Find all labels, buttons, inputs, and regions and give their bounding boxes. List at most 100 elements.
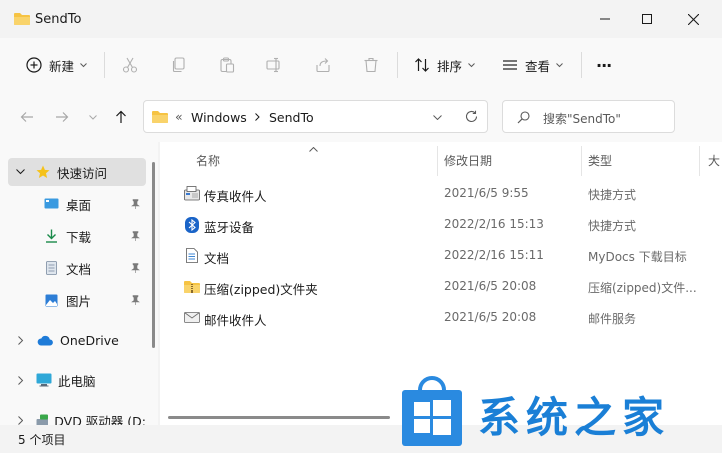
file-name: 传真收件人 — [204, 189, 267, 204]
window-title: SendTo — [35, 12, 82, 27]
chevron-down-icon[interactable] — [16, 169, 25, 175]
minimize-button[interactable] — [582, 0, 628, 38]
trash-icon — [364, 57, 378, 73]
nav-item-dvd-drive[interactable]: DVD 驱动器 (D: — [8, 406, 146, 425]
breadcrumb-overflow[interactable]: « — [175, 109, 183, 124]
share-icon — [316, 58, 330, 73]
address-bar[interactable]: « Windows SendTo — [143, 100, 488, 133]
fax-icon — [184, 186, 200, 201]
folder-icon — [14, 12, 30, 28]
column-divider[interactable] — [699, 146, 700, 176]
more-icon: ··· — [596, 55, 612, 75]
chevron-right-icon[interactable] — [18, 335, 24, 345]
copy-button[interactable] — [171, 38, 187, 92]
pin-icon[interactable] — [131, 263, 140, 273]
plus-circle-icon — [26, 57, 42, 73]
pin-icon[interactable] — [131, 295, 140, 305]
file-date: 2021/6/5 9:55 — [444, 186, 529, 200]
chevron-right-icon[interactable] — [18, 415, 23, 425]
pictures-icon — [45, 294, 58, 306]
file-row-documents[interactable]: 文档 2022/2/16 15:11 MyDocs 下载目标 — [160, 240, 722, 271]
star-icon — [36, 165, 50, 178]
nav-label: 此电脑 — [58, 373, 96, 389]
nav-item-documents[interactable]: 文档 — [8, 254, 146, 282]
paste-button[interactable] — [219, 38, 235, 92]
view-button[interactable]: 查看 — [502, 38, 563, 92]
watermark-text: 系统之家 — [478, 393, 671, 442]
chevron-down-icon[interactable] — [433, 115, 442, 120]
file-row-zip-folder[interactable]: 压缩(zipped)文件夹 2021/6/5 20:08 压缩(zipped)文… — [160, 271, 722, 302]
sort-ascending-icon — [309, 147, 318, 152]
file-name: 蓝牙设备 — [204, 220, 255, 235]
document-icon — [186, 248, 198, 263]
up-button[interactable] — [112, 108, 130, 126]
nav-item-downloads[interactable]: 下载 — [8, 222, 146, 250]
nav-item-pictures[interactable]: 图片 — [8, 286, 146, 314]
chevron-right-icon — [255, 113, 260, 121]
close-button[interactable] — [670, 0, 716, 38]
file-row-bluetooth[interactable]: 蓝牙设备 2022/2/16 15:13 快捷方式 — [160, 209, 722, 240]
back-button[interactable] — [18, 108, 36, 126]
item-count: 5 个项目 — [18, 433, 66, 447]
file-type: 压缩(zipped)文件... — [588, 281, 697, 295]
chevron-down-icon — [556, 62, 563, 67]
cut-button[interactable] — [122, 38, 138, 92]
nav-scrollbar[interactable] — [152, 162, 155, 348]
dvd-drive-icon — [36, 414, 49, 425]
file-date: 2021/6/5 20:08 — [444, 310, 537, 324]
navigation-pane: 快速访问 桌面 下载 文档 图片 OneDrive 此电脑 DVD 驱动器 (D… — [0, 142, 158, 425]
rename-button[interactable] — [266, 38, 282, 92]
file-row-mail[interactable]: 邮件收件人 2021/6/5 20:08 邮件服务 — [160, 302, 722, 333]
forward-button[interactable] — [53, 108, 71, 126]
title-bar: SendTo — [0, 0, 722, 38]
nav-label: 文档 — [66, 261, 92, 277]
recent-locations-button[interactable] — [84, 108, 102, 126]
column-header-size[interactable]: 大 — [708, 152, 720, 169]
column-header-date[interactable]: 修改日期 — [444, 152, 492, 169]
nav-label: OneDrive — [60, 332, 119, 348]
maximize-button[interactable] — [624, 0, 670, 38]
breadcrumb-windows[interactable]: Windows — [191, 110, 247, 125]
desktop-icon — [44, 198, 59, 209]
column-divider[interactable] — [437, 146, 438, 176]
toolbar-divider — [104, 52, 105, 78]
nav-label: 桌面 — [66, 197, 92, 213]
chevron-down-icon — [89, 114, 97, 120]
breadcrumb-sendto[interactable]: SendTo — [269, 110, 314, 125]
toolbar-divider — [397, 52, 398, 78]
download-icon — [46, 229, 57, 243]
nav-quick-access[interactable]: 快速访问 — [8, 158, 146, 186]
chevron-right-icon[interactable] — [18, 375, 24, 385]
file-type: 邮件服务 — [588, 312, 637, 326]
file-name: 压缩(zipped)文件夹 — [204, 282, 318, 297]
refresh-icon[interactable] — [465, 110, 478, 123]
column-header-name[interactable]: 名称 — [196, 152, 220, 169]
more-options-button[interactable]: ··· — [596, 38, 612, 92]
file-name: 文档 — [204, 251, 230, 266]
new-button[interactable]: 新建 — [26, 38, 87, 92]
sort-icon — [415, 58, 429, 72]
file-date: 2022/2/16 15:13 — [444, 217, 544, 231]
file-type: MyDocs 下载目标 — [588, 250, 687, 264]
sort-button[interactable]: 排序 — [414, 38, 475, 92]
pin-icon[interactable] — [131, 199, 140, 209]
minimize-icon — [600, 18, 610, 20]
file-row-fax[interactable]: 传真收件人 2021/6/5 9:55 快捷方式 — [160, 178, 722, 209]
column-divider[interactable] — [581, 146, 582, 176]
nav-item-onedrive[interactable]: OneDrive — [8, 326, 146, 354]
nav-label: 图片 — [66, 293, 92, 309]
file-type: 快捷方式 — [588, 219, 637, 233]
pin-icon[interactable] — [131, 231, 140, 241]
nav-item-this-pc[interactable]: 此电脑 — [8, 366, 146, 394]
file-name: 邮件收件人 — [204, 313, 267, 328]
bluetooth-icon — [185, 217, 199, 233]
share-button[interactable] — [315, 38, 331, 92]
horizontal-scrollbar[interactable] — [168, 416, 390, 419]
nav-item-desktop[interactable]: 桌面 — [8, 190, 146, 218]
search-box[interactable]: 搜索"SendTo" — [502, 100, 675, 133]
chevron-down-icon — [80, 62, 87, 67]
column-header-type[interactable]: 类型 — [588, 152, 612, 169]
delete-button[interactable] — [363, 38, 379, 92]
file-date: 2022/2/16 15:11 — [444, 248, 544, 262]
arrow-up-icon — [116, 110, 126, 123]
